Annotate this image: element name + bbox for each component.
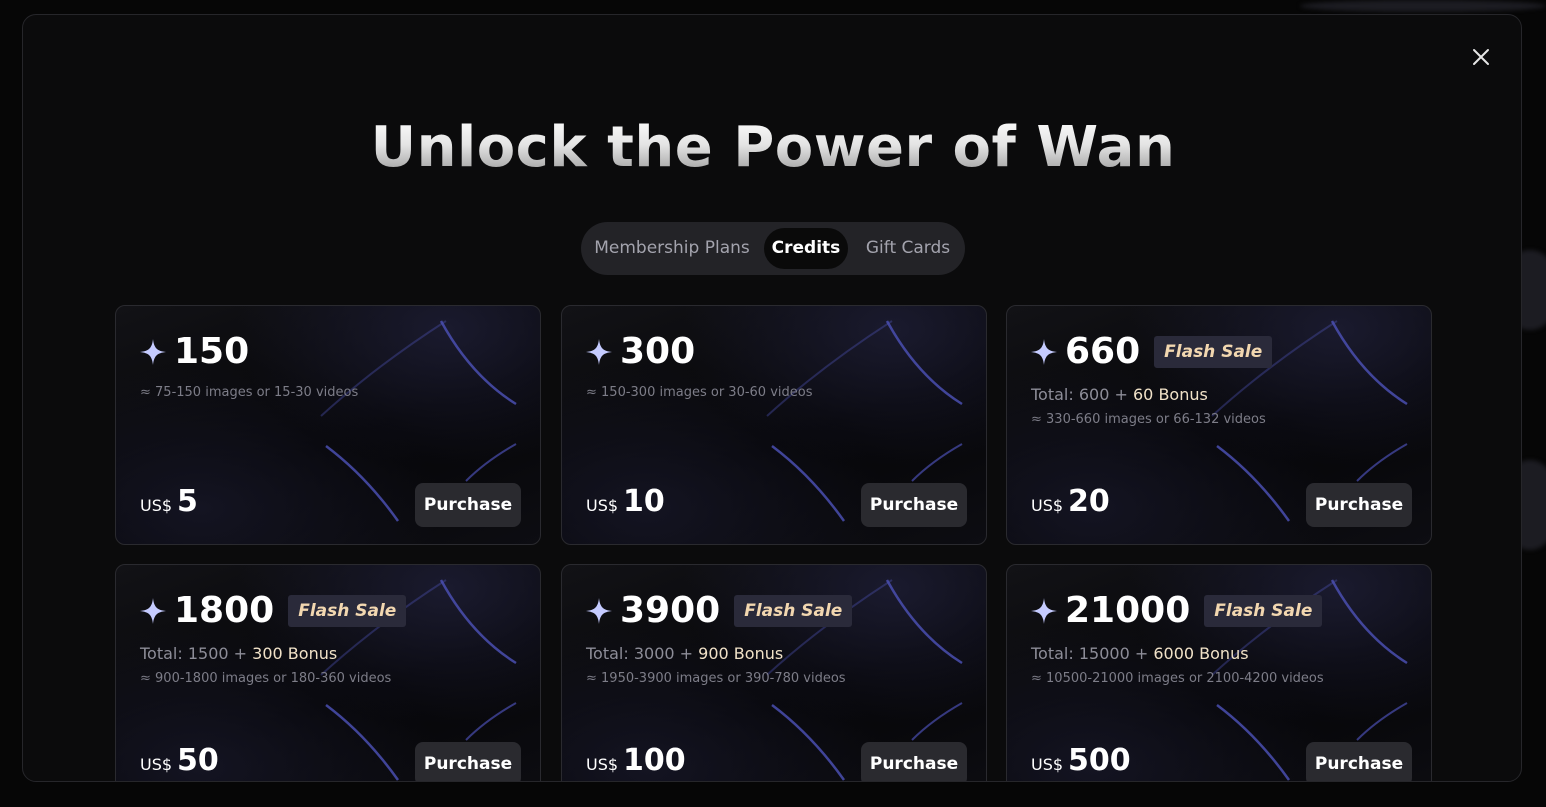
total-plus: +: [1134, 644, 1149, 663]
usage-estimate: ≈ 330-660 images or 66-132 videos: [1031, 412, 1266, 427]
price-value: 500: [1068, 743, 1131, 778]
credit-amount-row: 1800 Flash Sale: [140, 589, 407, 633]
usage-estimate: ≈ 1950-3900 images or 390-780 videos: [586, 671, 846, 686]
close-button[interactable]: [1469, 45, 1493, 69]
credit-package-card: 3900 Flash Sale Total: 3000 + 900 Bonus …: [561, 564, 987, 781]
close-icon: [1473, 49, 1489, 65]
page-title: Unlock the Power of Wan: [23, 115, 1521, 181]
sparkle-icon: [140, 598, 166, 624]
total-breakdown: Total: 600 + 60 Bonus: [1031, 385, 1208, 404]
price-value: 50: [177, 743, 219, 778]
currency: US$: [140, 755, 173, 774]
credit-amount-row: 300: [586, 330, 695, 374]
credit-amount: 150: [174, 331, 250, 372]
sparkle-icon: [140, 339, 166, 365]
price: US$ 100: [586, 743, 686, 781]
tab-gift-cards[interactable]: Gift Cards: [858, 228, 958, 269]
credit-amount: 660: [1065, 331, 1141, 372]
price: US$ 20: [1031, 484, 1110, 524]
currency: US$: [140, 496, 173, 515]
price-value: 10: [623, 484, 665, 519]
currency: US$: [1031, 755, 1064, 774]
credit-amount-row: 3900 Flash Sale: [586, 589, 853, 633]
usage-estimate: ≈ 75-150 images or 15-30 videos: [140, 385, 359, 400]
tab-credits[interactable]: Credits: [764, 228, 848, 269]
tab-membership-plans[interactable]: Membership Plans: [589, 228, 755, 269]
credit-amount: 1800: [174, 590, 275, 631]
bonus-amount: 60 Bonus: [1133, 385, 1208, 404]
price-value: 20: [1068, 484, 1110, 519]
total-plus: +: [1114, 385, 1128, 404]
flash-sale-badge: Flash Sale: [288, 595, 407, 627]
usage-estimate: ≈ 10500-21000 images or 2100-4200 videos: [1031, 671, 1324, 686]
sparkle-icon: [586, 339, 612, 365]
total-base: 15000: [1078, 644, 1130, 663]
total-label: Total:: [1031, 644, 1074, 663]
credit-amount: 300: [620, 331, 696, 372]
currency: US$: [1031, 496, 1064, 515]
credit-amount: 3900: [620, 590, 721, 631]
usage-estimate: ≈ 150-300 images or 30-60 videos: [586, 385, 813, 400]
sparkle-icon: [1031, 339, 1057, 365]
price-value: 5: [177, 484, 198, 519]
purchase-button[interactable]: Purchase: [1306, 742, 1412, 781]
total-base: 600: [1078, 385, 1110, 404]
bonus-amount: 900 Bonus: [698, 644, 784, 663]
total-label: Total:: [140, 644, 183, 663]
total-breakdown: Total: 1500 + 300 Bonus: [140, 644, 337, 663]
purchase-button[interactable]: Purchase: [415, 483, 521, 527]
flash-sale-badge: Flash Sale: [734, 595, 853, 627]
price: US$ 50: [140, 743, 219, 781]
credit-package-card: 150 ≈ 75-150 images or 15-30 videos US$ …: [115, 305, 541, 545]
total-label: Total:: [586, 644, 629, 663]
price-value: 100: [623, 743, 686, 778]
credit-package-card: 660 Flash Sale Total: 600 + 60 Bonus ≈ 3…: [1006, 305, 1432, 545]
total-breakdown: Total: 15000 + 6000 Bonus: [1031, 644, 1249, 663]
bonus-amount: 6000 Bonus: [1153, 644, 1249, 663]
flash-sale-badge: Flash Sale: [1204, 595, 1323, 627]
total-base: 3000: [633, 644, 675, 663]
purchase-button[interactable]: Purchase: [861, 742, 967, 781]
usage-estimate: ≈ 900-1800 images or 180-360 videos: [140, 671, 392, 686]
credit-amount-row: 660 Flash Sale: [1031, 330, 1273, 374]
total-breakdown: Total: 3000 + 900 Bonus: [586, 644, 783, 663]
credit-amount-row: 150: [140, 330, 249, 374]
price: US$ 10: [586, 484, 665, 524]
purchase-button[interactable]: Purchase: [1306, 483, 1412, 527]
backdrop-shape: [1300, 0, 1546, 12]
total-base: 1500: [187, 644, 229, 663]
credit-amount-row: 21000 Flash Sale: [1031, 589, 1323, 633]
price: US$ 5: [140, 484, 198, 524]
sparkle-icon: [1031, 598, 1057, 624]
currency: US$: [586, 496, 619, 515]
sparkle-icon: [586, 598, 612, 624]
credits-modal: Unlock the Power of Wan Membership Plans…: [22, 14, 1522, 782]
flash-sale-badge: Flash Sale: [1154, 336, 1273, 368]
credit-package-card: 300 ≈ 150-300 images or 30-60 videos US$…: [561, 305, 987, 545]
bonus-amount: 300 Bonus: [252, 644, 338, 663]
currency: US$: [586, 755, 619, 774]
purchase-button[interactable]: Purchase: [861, 483, 967, 527]
price: US$ 500: [1031, 743, 1131, 781]
plan-tabs: Membership Plans Credits Gift Cards: [581, 222, 965, 275]
purchase-button[interactable]: Purchase: [415, 742, 521, 781]
credit-package-card: 1800 Flash Sale Total: 1500 + 300 Bonus …: [115, 564, 541, 781]
total-plus: +: [679, 644, 694, 663]
credit-package-card: 21000 Flash Sale Total: 15000 + 6000 Bon…: [1006, 564, 1432, 781]
credit-amount: 21000: [1065, 590, 1191, 631]
total-label: Total:: [1031, 385, 1074, 404]
total-plus: +: [233, 644, 248, 663]
